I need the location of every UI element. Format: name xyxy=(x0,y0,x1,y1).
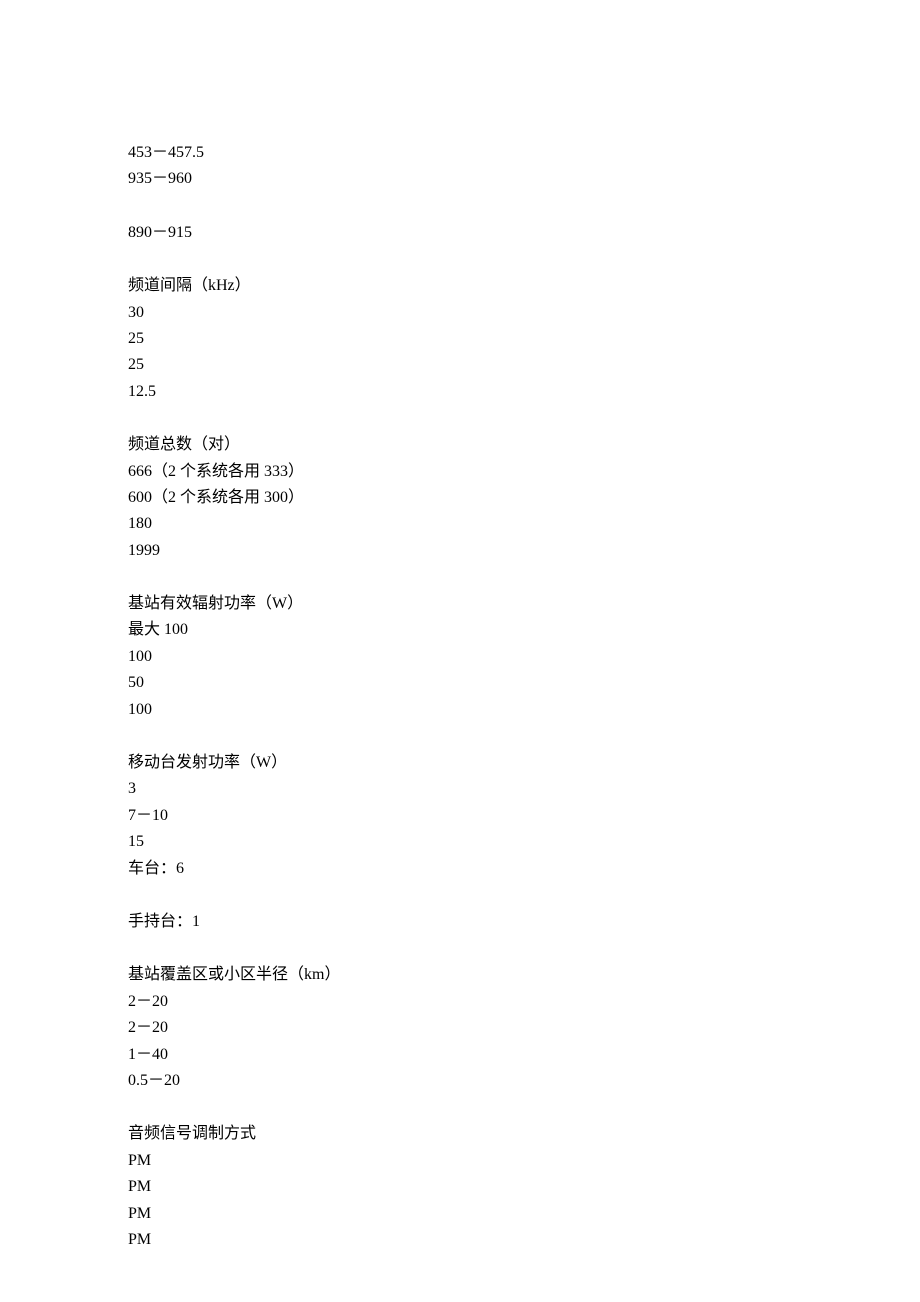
text-line: 12.5 xyxy=(128,379,792,405)
text-line: 25 xyxy=(128,326,792,352)
text-line: 最大 100 xyxy=(128,617,792,643)
text-line: 手持台：1 xyxy=(128,909,792,935)
text-line: 600（2 个系统各用 300） xyxy=(128,485,792,511)
section-channel-total: 频道总数（对） 666（2 个系统各用 333） 600（2 个系统各用 300… xyxy=(128,432,792,564)
text-line: 15 xyxy=(128,829,792,855)
section-freq-range-1: 453－457.5 935－960 xyxy=(128,140,792,193)
text-line: PM xyxy=(128,1227,792,1253)
section-modulation: 音频信号调制方式 PM PM PM PM xyxy=(128,1121,792,1253)
text-line: 180 xyxy=(128,511,792,537)
text-line: 3 xyxy=(128,776,792,802)
section-channel-spacing: 频道间隔（kHz） 30 25 25 12.5 xyxy=(128,273,792,405)
section-base-station-power: 基站有效辐射功率（W） 最大 100 100 50 100 xyxy=(128,591,792,723)
text-line: PM xyxy=(128,1148,792,1174)
text-line: 车台：6 xyxy=(128,856,792,882)
text-line: 音频信号调制方式 xyxy=(128,1121,792,1147)
text-line: 666（2 个系统各用 333） xyxy=(128,459,792,485)
text-line: 基站覆盖区或小区半径（km） xyxy=(128,962,792,988)
text-line: 7－10 xyxy=(128,803,792,829)
section-handheld: 手持台：1 xyxy=(128,909,792,935)
text-line: 基站有效辐射功率（W） xyxy=(128,591,792,617)
text-line: 890－915 xyxy=(128,220,792,246)
text-line: 移动台发射功率（W） xyxy=(128,750,792,776)
text-line: 频道总数（对） xyxy=(128,432,792,458)
text-line: 2－20 xyxy=(128,1015,792,1041)
text-line: 0.5－20 xyxy=(128,1068,792,1094)
text-line: 100 xyxy=(128,697,792,723)
text-line: 1999 xyxy=(128,538,792,564)
text-line: 频道间隔（kHz） xyxy=(128,273,792,299)
section-mobile-power: 移动台发射功率（W） 3 7－10 15 车台：6 xyxy=(128,750,792,882)
text-line: 453－457.5 xyxy=(128,140,792,166)
text-line: 25 xyxy=(128,352,792,378)
text-line: 2－20 xyxy=(128,989,792,1015)
text-line: 100 xyxy=(128,644,792,670)
text-line: PM xyxy=(128,1201,792,1227)
text-line: 1－40 xyxy=(128,1042,792,1068)
section-coverage-radius: 基站覆盖区或小区半径（km） 2－20 2－20 1－40 0.5－20 xyxy=(128,962,792,1094)
text-line: 935－960 xyxy=(128,166,792,192)
section-freq-range-2: 890－915 xyxy=(128,220,792,246)
text-line: 50 xyxy=(128,670,792,696)
text-line: 30 xyxy=(128,300,792,326)
text-line: PM xyxy=(128,1174,792,1200)
